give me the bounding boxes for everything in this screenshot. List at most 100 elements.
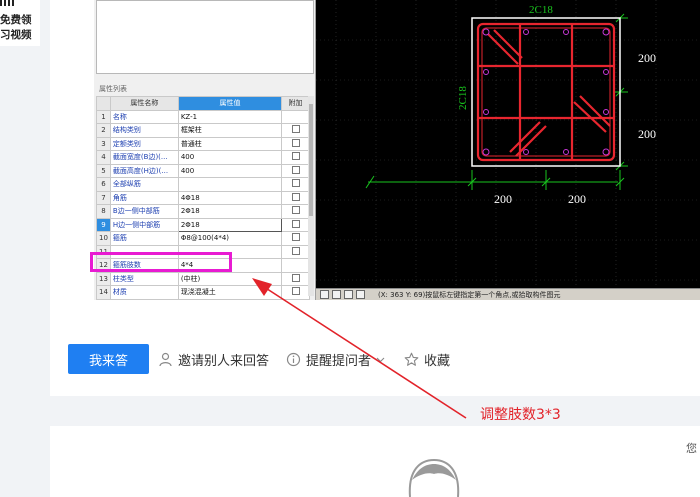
row-number: 1 — [96, 109, 111, 124]
promo-strip[interactable]: 免费领 习视频 — [0, 0, 40, 46]
cad-drawing-canvas[interactable]: 2C18 2C18 200 200 200 200 — [316, 0, 700, 288]
cad-bottom-dim-2: 200 — [568, 192, 586, 206]
property-name: 截面宽度(B边)(... — [109, 150, 179, 165]
table-row[interactable]: 1 名称 KZ-1 — [96, 109, 310, 124]
table-row[interactable]: 5 截面高度(H边)(... 400 — [96, 163, 310, 178]
cad-top-label: 2C18 — [529, 4, 553, 16]
property-value[interactable]: 普通柱 — [177, 136, 283, 151]
row-number: 5 — [96, 163, 111, 178]
annotation-text: 调整肢数3*3 — [480, 407, 561, 423]
cad-right-dim-2: 200 — [638, 127, 656, 141]
table-row[interactable]: 14 材质 现浇混凝土 — [96, 285, 310, 300]
extra-cell — [281, 150, 310, 165]
extra-checkbox[interactable] — [291, 138, 300, 147]
ortho-icon[interactable] — [332, 290, 341, 299]
extra-cell — [281, 217, 310, 232]
table-row[interactable]: 6 全部纵筋 — [96, 177, 310, 192]
row-number: 6 — [96, 177, 111, 192]
property-name: 柱类型 — [109, 271, 179, 286]
extra-checkbox[interactable] — [291, 125, 300, 134]
extra-cell — [281, 204, 310, 219]
row-number: 14 — [96, 285, 111, 300]
cad-right-dim-1: 200 — [638, 51, 656, 65]
table-row[interactable]: 8 B边一侧中部筋 2Φ18 — [96, 204, 310, 219]
extra-checkbox[interactable] — [291, 206, 300, 215]
cad-left-label: 2C18 — [457, 86, 469, 110]
extra-checkbox[interactable] — [291, 246, 300, 255]
edge-text: 您 — [686, 442, 697, 455]
extra-checkbox[interactable] — [291, 287, 300, 296]
extra-checkbox[interactable] — [291, 273, 300, 282]
table-corner — [96, 96, 111, 111]
property-name: 结构类别 — [109, 123, 179, 138]
table-row[interactable]: 7 角筋 4Φ18 — [96, 190, 310, 205]
header-extra: 附加 — [281, 96, 310, 111]
row-number: 4 — [96, 150, 111, 165]
property-value[interactable]: 400 — [177, 163, 283, 178]
favorite-label: 收藏 — [424, 354, 451, 369]
header-property-value: 属性值 — [177, 96, 283, 111]
column-section-drawing: 2C18 2C18 200 200 200 200 — [316, 0, 700, 288]
extra-cell — [281, 285, 310, 300]
extra-cell — [281, 244, 310, 259]
extra-checkbox[interactable] — [291, 165, 300, 174]
extra-cell — [281, 190, 310, 205]
answer-button[interactable]: 我来答 — [68, 344, 149, 374]
property-scrollbar[interactable] — [308, 96, 314, 296]
property-name: 定额类别 — [109, 136, 179, 151]
star-icon — [404, 352, 419, 366]
table-row[interactable]: 3 定额类别 普通柱 — [96, 136, 310, 151]
status-coordinates: (X: 363 Y: 69)按鼠标左键指定第一个角点,或拾取构件图元 — [378, 291, 561, 299]
extra-cell — [281, 177, 310, 192]
scrollbar-thumb[interactable] — [309, 104, 313, 216]
property-value[interactable]: 2Φ18 — [177, 217, 283, 232]
table-row[interactable]: 4 截面宽度(B边)(... 400 — [96, 150, 310, 165]
favorite-link[interactable]: 收藏 — [404, 350, 450, 369]
extra-cell — [281, 136, 310, 151]
row-number: 2 — [96, 123, 111, 138]
property-value[interactable]: 4Φ18 — [177, 190, 283, 205]
table-row[interactable]: 9 H边一侧中部筋 2Φ18 — [96, 217, 310, 232]
table-row[interactable]: 10 箍筋 Φ8@100(4*4) — [96, 231, 310, 246]
property-value[interactable]: (中柱) — [177, 271, 283, 286]
software-screenshot: 属性列表 属性名称 属性值 附加 1 名称 KZ-1 2 结构类别 框架柱 3 定额类别 普通柱… — [90, 0, 700, 300]
extra-checkbox[interactable] — [291, 192, 300, 201]
extra-checkbox[interactable] — [291, 179, 300, 188]
row-number: 9 — [96, 217, 111, 232]
component-list-area — [96, 0, 314, 74]
extra-checkbox[interactable] — [291, 152, 300, 161]
property-name: H边一侧中部筋 — [109, 217, 179, 232]
promo-line-2: 习视频 — [0, 29, 32, 41]
cad-bottom-dim-1: 200 — [494, 192, 512, 206]
table-row[interactable]: 13 柱类型 (中柱) — [96, 271, 310, 286]
extra-cell — [281, 109, 310, 124]
invite-label: 邀请别人来回答 — [178, 354, 270, 369]
invite-answer-link[interactable]: 邀请别人来回答 — [158, 350, 269, 369]
property-name: 全部纵筋 — [109, 177, 179, 192]
snap-icon[interactable] — [320, 290, 329, 299]
qr-code-icon — [0, 0, 16, 6]
remind-label: 提醒提问者 — [306, 354, 372, 369]
table-row[interactable]: 2 结构类别 框架柱 — [96, 123, 310, 138]
property-value[interactable]: 400 — [177, 150, 283, 165]
remind-asker-link[interactable]: 提醒提问者 — [286, 350, 385, 369]
magenta-highlight-box — [90, 252, 232, 272]
answer-list-card: 您 — [50, 426, 700, 497]
extra-checkbox[interactable] — [291, 233, 300, 242]
property-value[interactable]: 现浇混凝土 — [177, 285, 283, 300]
extra-checkbox[interactable] — [291, 219, 300, 228]
property-name: 角筋 — [109, 190, 179, 205]
polar-icon[interactable] — [356, 290, 365, 299]
row-number: 7 — [96, 190, 111, 205]
property-value[interactable]: Φ8@100(4*4) — [177, 231, 283, 246]
extra-cell — [281, 163, 310, 178]
header-property-name: 属性名称 — [109, 96, 179, 111]
property-name: 名称 — [109, 109, 179, 124]
property-value[interactable]: 2Φ18 — [177, 204, 283, 219]
property-value[interactable]: KZ-1 — [177, 109, 283, 124]
property-value[interactable]: 框架柱 — [177, 123, 283, 138]
info-icon — [286, 352, 301, 367]
property-value[interactable] — [177, 177, 283, 192]
property-name: B边一侧中部筋 — [109, 204, 179, 219]
grid-icon[interactable] — [344, 290, 353, 299]
